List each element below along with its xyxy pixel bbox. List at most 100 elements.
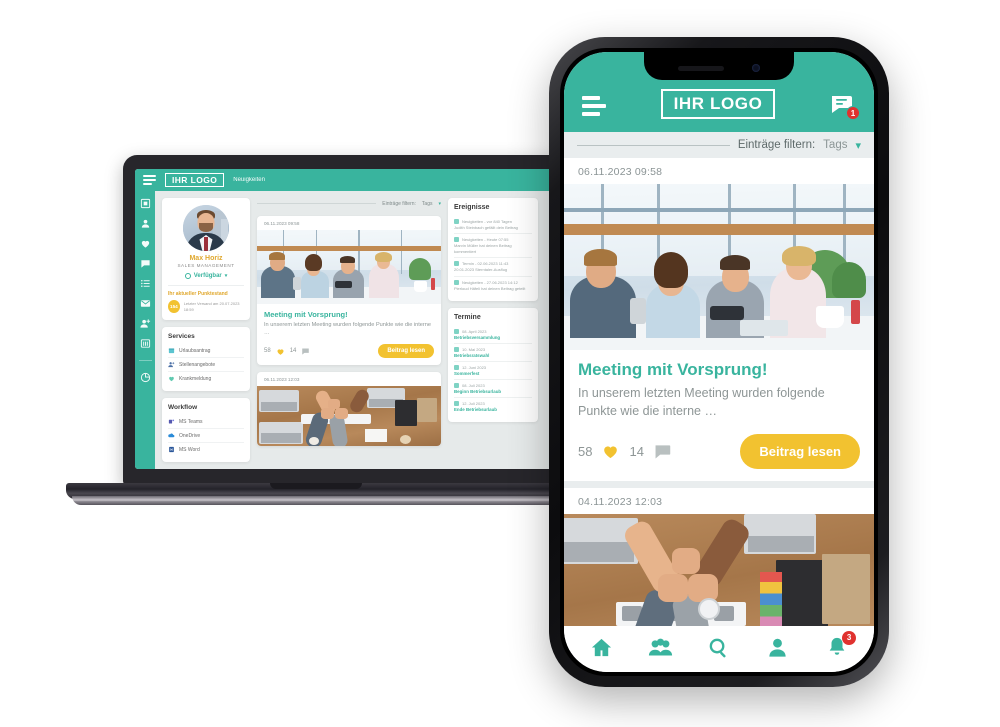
filter-value: Tags (421, 200, 433, 207)
event-item[interactable]: Neuigkeiten - Heute 07:55 Marvin Müller … (454, 233, 532, 257)
messages-button[interactable]: 1 (830, 93, 860, 120)
laptop-lid: IHR LOGO Neuigkeiten Max Horiz SALES MAN… (123, 155, 566, 485)
heart-icon[interactable] (601, 442, 620, 460)
feed-separator (564, 480, 874, 488)
read-post-button[interactable]: Beitrag lesen (378, 344, 434, 359)
chat-icon[interactable] (140, 258, 151, 269)
event-detail: Marvin Müller hat deinen Beitrag komment… (454, 243, 512, 254)
grid-icon[interactable] (140, 338, 151, 349)
heart-icon[interactable] (276, 347, 285, 356)
desktop-nav-news[interactable]: Neuigkeiten (233, 177, 265, 183)
post-timestamp: 06.11.2023 09:58 (578, 166, 663, 178)
list-icon[interactable] (140, 278, 151, 289)
desktop-topbar: IHR LOGO Neuigkeiten (135, 169, 554, 191)
filter-rule (577, 144, 730, 146)
nav-notifications[interactable]: 3 (824, 630, 857, 660)
nav-home[interactable] (589, 635, 614, 660)
event-detail: Pierloud Häfeli hat deinen Beitrag getei… (454, 285, 526, 291)
heart-icon[interactable] (140, 238, 151, 249)
nav-people[interactable] (648, 635, 673, 660)
laptop-device: IHR LOGO Neuigkeiten Max Horiz SALES MAN… (66, 155, 566, 530)
appointment-item[interactable]: 12. Juni 2023 Sommerfest (454, 360, 532, 379)
nav-search[interactable] (706, 635, 731, 660)
menu-icon[interactable] (582, 96, 606, 116)
chevron-down-icon: ▾ (224, 273, 228, 279)
appointments-title: Termine (454, 313, 481, 321)
laptop-screen: IHR LOGO Neuigkeiten Max Horiz SALES MAN… (135, 169, 554, 469)
phone-device: IHR LOGO 1 Einträge filtern: Tags ▾ 06.1… (549, 37, 889, 687)
event-item[interactable]: Neuigkeiten - vor 840 Tagen Judith Stein… (454, 216, 532, 233)
comment-icon[interactable] (653, 443, 672, 460)
nav-profile[interactable] (765, 635, 790, 660)
post-timestamp: 06.11.2023 12:03 (264, 377, 300, 383)
filter-label: Einträge filtern: (737, 139, 816, 151)
desktop-body: Max Horiz SALES MANAGEMENT Verfügbar ▾ I… (135, 191, 554, 469)
post-image[interactable] (564, 513, 874, 626)
appointment-item[interactable]: 08. Juli 2023 Beginn Betriebsurlaub (454, 378, 532, 397)
filter-value: Tags (823, 139, 848, 151)
phone-bezel: IHR LOGO 1 Einträge filtern: Tags ▾ 06.1… (560, 48, 878, 676)
health-icon (169, 376, 174, 382)
post-footer: 58 14 Beitrag lesen (264, 344, 434, 359)
appointment-item[interactable]: 10. Mai 2023 Betriebsratswahl (454, 342, 532, 361)
desktop-logo: IHR LOGO (165, 172, 225, 188)
event-item[interactable]: Termin - 02.06.2023 11:43 20.01.2023 Ste… (454, 257, 532, 275)
dashboard-icon[interactable] (140, 198, 151, 209)
people-icon (648, 638, 672, 656)
menu-icon[interactable] (143, 175, 156, 185)
onedrive-icon (168, 433, 175, 438)
laptop-base-notch (270, 483, 362, 489)
post-title: Meeting mit Vorsprung! (578, 360, 768, 379)
user-icon[interactable] (140, 218, 151, 229)
calendar-icon (454, 382, 459, 388)
appointment-title: Sommerfest (454, 370, 480, 376)
event-head: Neuigkeiten - 27.06.2023 14:12 (462, 279, 518, 285)
logout-icon[interactable] (140, 372, 151, 383)
event-icon (454, 261, 459, 267)
service-item-stellenangebote[interactable]: Stellenangebote (168, 357, 244, 371)
post-image[interactable] (564, 184, 874, 350)
mail-icon[interactable] (140, 298, 151, 309)
post-footer: 58 14 Beitrag lesen (578, 433, 860, 469)
comment-count: 14 (629, 443, 644, 459)
events-title: Ereignisse (454, 204, 490, 211)
workflow-card: Workflow MS Teams OneDrive MS Word (162, 398, 250, 462)
workflow-label: OneDrive (179, 432, 201, 439)
appointment-date: 08. April 2023 (462, 328, 487, 334)
desktop-left-column: Max Horiz SALES MANAGEMENT Verfügbar ▾ I… (162, 198, 250, 469)
desktop-filter-bar[interactable]: Einträge filtern: Tags ▾ (257, 198, 441, 209)
read-post-button[interactable]: Beitrag lesen (740, 433, 860, 469)
comment-icon[interactable] (301, 347, 310, 355)
add-user-icon[interactable] (139, 318, 151, 329)
post-timestamp: 04.11.2023 12:03 (578, 495, 663, 508)
comment-count: 14 (289, 348, 297, 355)
appointment-date: 12. Juni 2023 (462, 364, 487, 370)
service-item-urlaubsantrag[interactable]: Urlaubsantrag (168, 344, 244, 357)
workflow-item-ms-teams[interactable]: MS Teams (168, 415, 244, 428)
notification-badge: 3 (842, 630, 857, 645)
points-title: Ihr aktueller Punktestand (168, 291, 228, 297)
mobile-feed[interactable]: 06.11.2023 09:58 Meeting mit Vorsprung! … (564, 158, 874, 626)
word-icon (169, 446, 174, 453)
avatar (183, 205, 229, 251)
filter-rule (257, 203, 377, 204)
appointment-item[interactable]: 12. Juli 2023 Ende Betriebsurlaub (454, 396, 532, 415)
points-subtitle: Letzter Versand am 20.07.2023 18:59 (183, 301, 240, 312)
workflow-item-onedrive[interactable]: OneDrive (168, 428, 244, 442)
appointment-item[interactable]: 08. April 2023 Betriebsversammlung (454, 326, 532, 343)
mobile-filter-bar[interactable]: Einträge filtern: Tags ▾ (564, 132, 874, 158)
points-row: 154 Letzter Versand am 20.07.2023 18:59 (168, 300, 244, 313)
post-excerpt: In unserem letzten Meeting wurden folgen… (264, 322, 431, 336)
post-image (257, 386, 441, 447)
add-user-icon (168, 362, 175, 368)
desktop-right-column: Ereignisse Neuigkeiten - vor 840 Tagen J… (448, 198, 538, 469)
event-head: Termin - 02.06.2023 11:43 (462, 261, 509, 267)
workflow-item-ms-word[interactable]: MS Word (168, 442, 244, 456)
event-item[interactable]: Neuigkeiten - 27.06.2023 14:12 Pierloud … (454, 275, 532, 294)
service-item-krankmeldung[interactable]: Krankmeldung (168, 371, 244, 385)
workflow-title: Workflow (168, 404, 198, 411)
status-selector[interactable]: Verfügbar ▾ (168, 273, 244, 279)
desktop-post-2: 06.11.2023 12:03 (257, 372, 441, 447)
post-title: Meeting mit Vorsprung! (264, 310, 348, 319)
phone-screen: IHR LOGO 1 Einträge filtern: Tags ▾ 06.1… (564, 52, 874, 672)
